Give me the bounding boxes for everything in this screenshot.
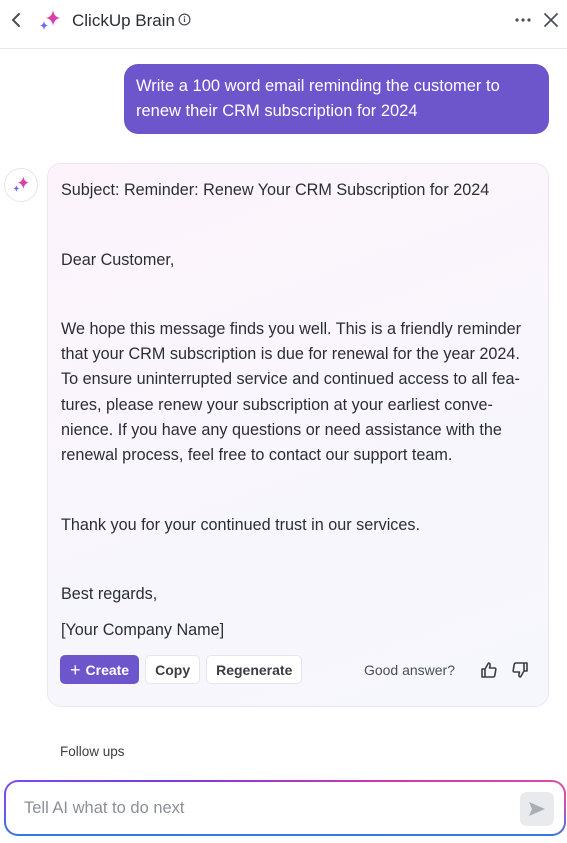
panel-title: ClickUp Brain (72, 11, 175, 30)
email-greeting: Dear Customer, (61, 251, 175, 269)
thumbs-down-icon[interactable] (510, 660, 530, 680)
chevron-left-icon (12, 13, 20, 27)
email-body: We hope this message finds you well. Thi… (61, 320, 522, 465)
send-icon (529, 802, 545, 816)
feedback-label: Good answer? (363, 662, 455, 678)
email-thanks: Thank you for your continued trust in ou… (61, 516, 420, 534)
response-actions: + Create Copy Regenerate (60, 655, 303, 684)
close-icon[interactable] (542, 11, 560, 29)
send-button[interactable] (520, 792, 554, 826)
more-options-button[interactable] (513, 12, 533, 28)
regenerate-button-label: Regenerate (216, 661, 293, 678)
chat-composer-inner (6, 782, 564, 834)
regenerate-button[interactable]: Regenerate (206, 655, 303, 684)
header: ClickUp Brain (0, 0, 567, 49)
chat-input[interactable] (24, 782, 494, 834)
chat-composer (4, 780, 566, 836)
sparkle-icon (40, 10, 60, 30)
user-message-bubble: Write a 100 word email reminding the cus… (124, 64, 549, 134)
ai-response-card: Subject: Reminder: Renew Your CRM Subscr… (47, 163, 549, 707)
create-button-label: Create (85, 661, 130, 678)
copy-button-label: Copy (155, 661, 191, 678)
create-button[interactable]: + Create (60, 655, 140, 684)
more-horizontal-icon (515, 18, 531, 22)
back-button[interactable] (8, 10, 24, 30)
thumbs-up-icon[interactable] (479, 660, 499, 680)
sparkle-icon (13, 176, 29, 192)
copy-button[interactable]: Copy (145, 655, 201, 684)
email-signoff: Best regards, (61, 585, 158, 603)
ai-avatar (4, 168, 38, 202)
follow-ups-label: Follow ups (60, 744, 125, 759)
info-icon[interactable] (178, 13, 191, 26)
plus-icon: + (70, 659, 81, 680)
email-subject: Subject: Reminder: Renew Your CRM Subscr… (61, 181, 490, 199)
feedback-area: Good answer? (364, 657, 530, 683)
email-company-name: [Your Company Name] (61, 621, 225, 639)
clickup-brain-panel: ClickUp Brain Write a 100 word email rem… (0, 0, 567, 843)
